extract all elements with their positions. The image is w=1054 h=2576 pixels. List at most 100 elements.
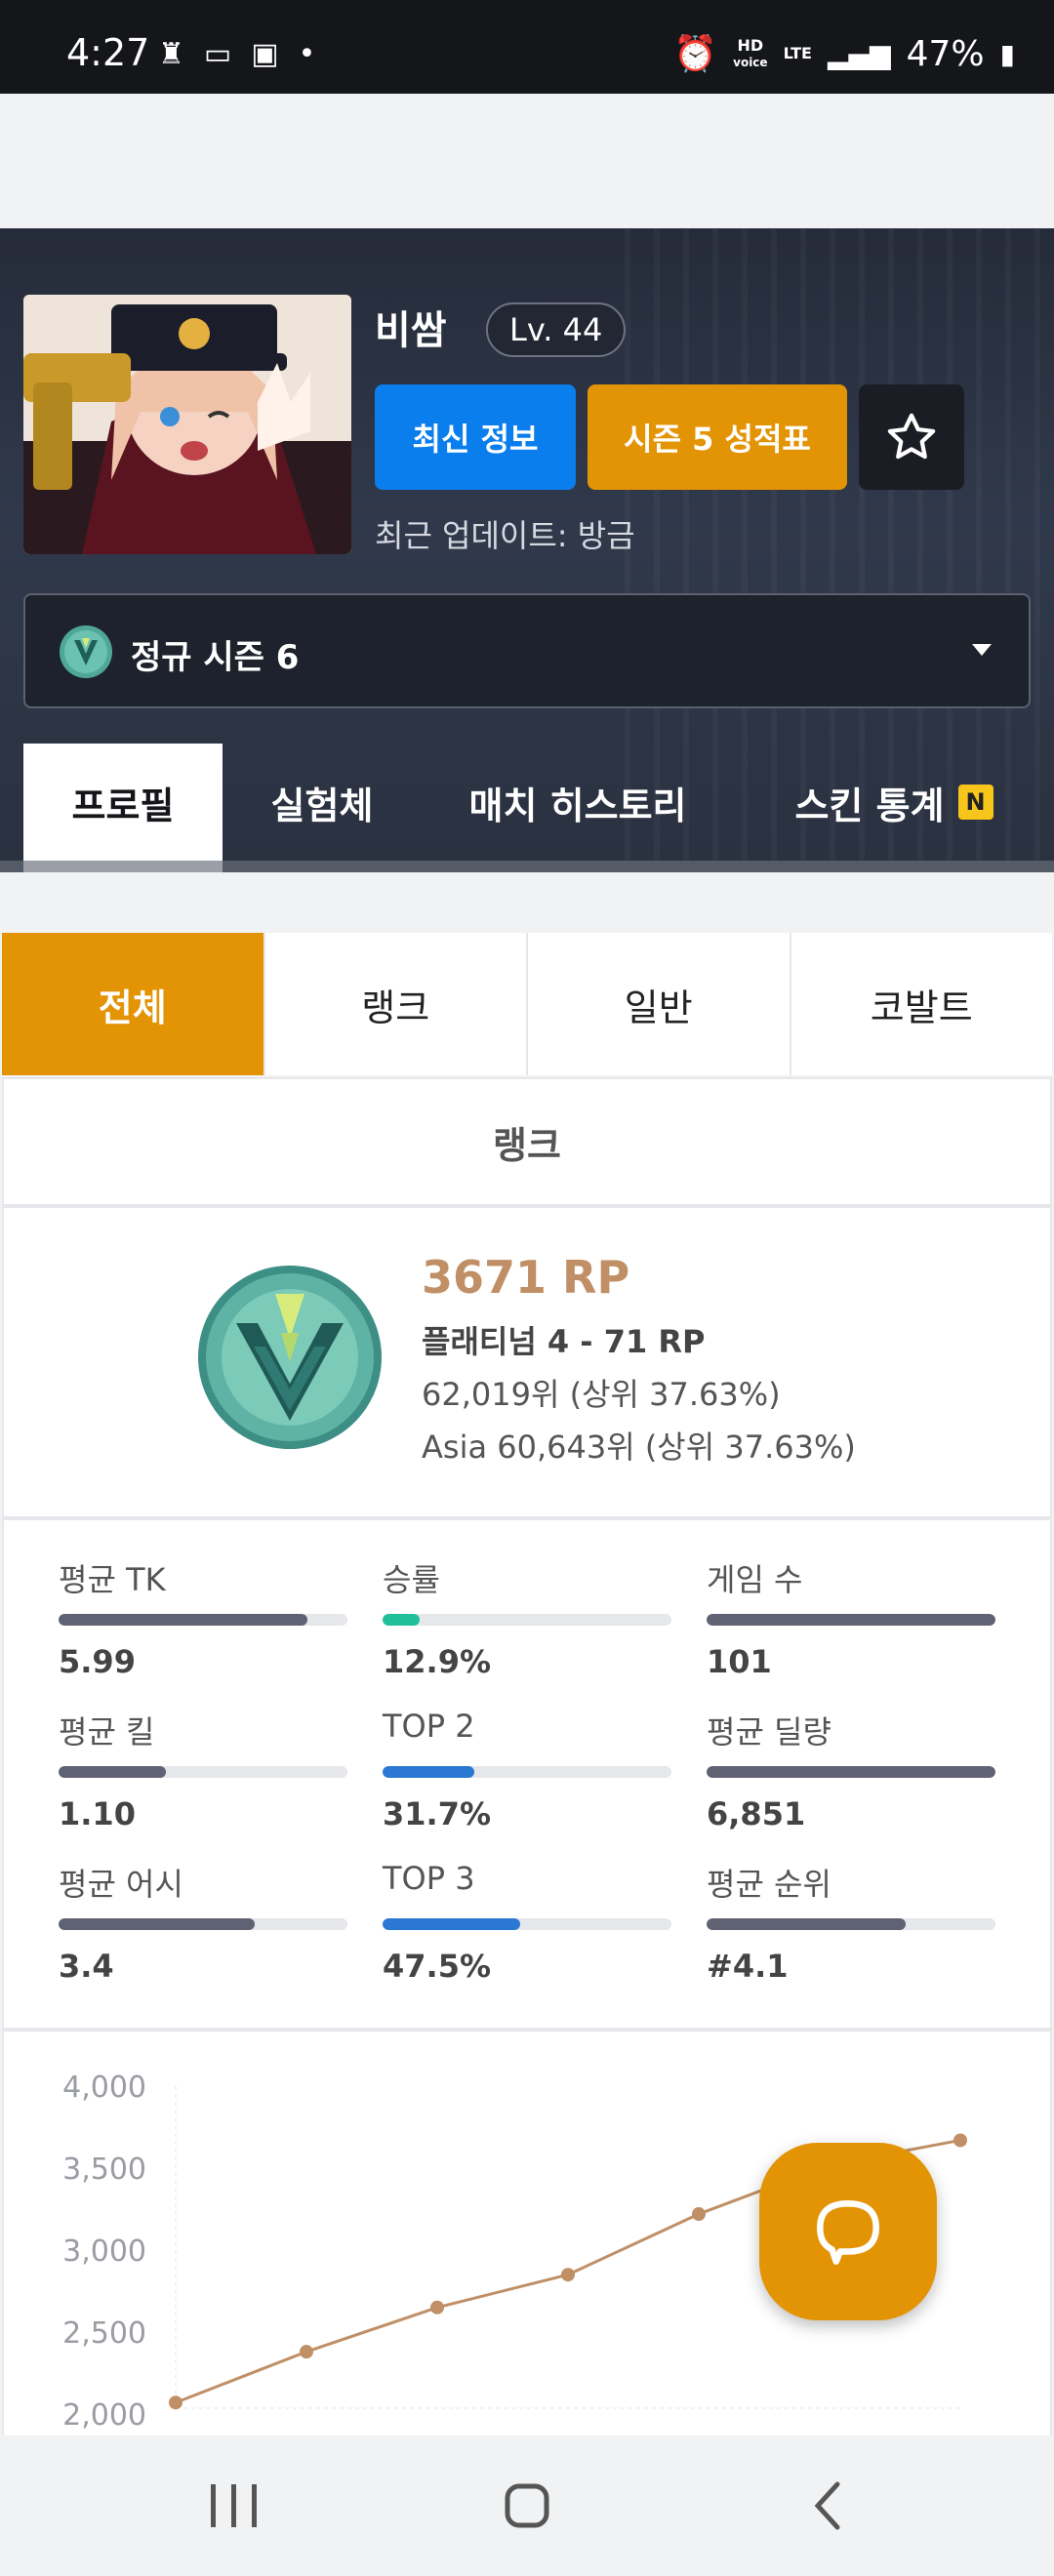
profile-tabs: 프로필 실험체 매치 히스토리 스킨 통계 N [0,744,1054,872]
data-point [430,2300,444,2314]
stat-bar-fill [383,1918,520,1930]
status-time: 4:27 [66,31,150,74]
stat-item: TOP 3 47.5% [383,1860,671,1985]
stat-value: 47.5% [383,1948,492,1985]
stat-label: 평균 킬 [59,1713,155,1751]
rank-card: 3671 RP 플래티넘 4 - 71 RP 62,019위 (상위 37.63… [2,1206,1052,1518]
stat-bar-fill [59,1766,166,1778]
stat-item: TOP 2 31.7% [383,1708,671,1832]
stat-item: 승률 12.9% [383,1555,671,1680]
stat-label: 평균 순위 [707,1866,831,1903]
tab-skin-stats[interactable]: 스킨 통계 N [734,744,1054,861]
dot-icon: • [298,37,316,71]
latest-info-button[interactable]: 최신 정보 [375,384,576,490]
stat-value: 3.4 [59,1948,114,1985]
hd-voice-icon: HD voice [733,35,768,69]
signal-icon: ▂▄▆ [827,37,891,70]
data-point [692,2207,706,2222]
home-icon [505,2483,549,2528]
stat-value: 6,851 [707,1795,806,1832]
y-tick-label: 2,500 [62,2316,146,2351]
tab-characters[interactable]: 실험체 [223,744,422,861]
data-point [561,2268,575,2282]
stat-label: 게임 수 [707,1561,803,1598]
stat-bar [383,1918,671,1930]
chat-bubble-icon [817,2200,879,2266]
favorite-button[interactable] [859,384,964,490]
alarm-icon: ⏰ [673,34,718,74]
stat-label: 승률 [383,1561,440,1598]
stat-value: 12.9% [383,1643,492,1680]
system-icons: ⏰ HD voice LTE ▂▄▆ 47% ▮ [673,33,1015,75]
voicemail-icon: ▭ [203,37,232,71]
rank-points: 3671 RP [422,1251,630,1304]
chat-button[interactable] [759,2143,937,2320]
stat-label: 평균 딜량 [707,1713,831,1751]
image-icon: ▣ [251,37,279,71]
chevron-down-icon [972,644,992,656]
stat-value: 31.7% [383,1795,492,1832]
season-report-button[interactable]: 시즌 5 성적표 [588,384,847,490]
stat-value: 101 [707,1643,772,1680]
stat-bar [383,1766,671,1778]
stat-bar [59,1766,347,1778]
mode-filter: 전체 랭크 일반 코발트 [2,933,1052,1075]
stats-grid: 평균 TK 5.99 승률 12.9% 게임 수 101 평균 킬 1.10 TOP 2 31.7… [2,1518,1052,2030]
stat-item: 평균 딜량 6,851 [707,1708,995,1832]
recent-apps-button[interactable] [195,2475,273,2537]
stat-bar [59,1614,347,1626]
stat-bar-fill [707,1918,907,1930]
stat-item: 평균 어시 3.4 [59,1860,347,1985]
rank-tier: 플래티넘 4 - 71 RP [422,1323,706,1360]
data-point [300,2345,313,2359]
stat-bar [707,1918,995,1930]
star-icon [887,413,936,460]
tab-match-history[interactable]: 매치 히스토리 [422,744,734,861]
rank-section-title: 랭크 [2,1077,1052,1206]
system-nav-bar [0,2435,1054,2576]
back-icon [814,2481,840,2530]
y-tick-label: 3,500 [62,2153,146,2187]
global-rank: 62,019위 (상위 37.63%) [422,1376,781,1413]
filter-normal[interactable]: 일반 [528,933,791,1075]
season-label: 정규 시즌 6 [131,638,300,677]
filter-cobalt[interactable]: 코발트 [791,933,1053,1075]
stat-item: 게임 수 101 [707,1555,995,1680]
stat-item: 평균 순위 #4.1 [707,1860,995,1985]
home-button[interactable] [488,2475,566,2537]
stat-item: 평균 TK 5.99 [59,1555,347,1680]
filter-rank[interactable]: 랭크 [265,933,528,1075]
stat-label: 평균 어시 [59,1866,183,1903]
runner-icon: ♜ [158,37,184,71]
player-name: 비쌈 [375,308,447,353]
stat-bar-fill [707,1614,995,1626]
stat-bar-fill [707,1766,995,1778]
stat-value: 5.99 [59,1643,136,1680]
notification-icons: ♜ ▭ ▣ • [158,37,315,71]
platinum-emblem-icon [198,1266,382,1449]
stat-bar [59,1918,347,1930]
stat-label: TOP 2 [383,1708,475,1745]
tab-profile[interactable]: 프로필 [23,744,223,872]
filter-all[interactable]: 전체 [2,933,265,1075]
new-badge: N [957,785,993,820]
y-tick-label: 3,000 [62,2234,146,2269]
back-button[interactable] [789,2475,867,2537]
battery-icon: ▮ [999,37,1015,70]
top-spacer [0,111,1054,228]
stat-value: 1.10 [59,1795,136,1832]
status-bar: 4:27 ♜ ▭ ▣ • ⏰ HD voice LTE ▂▄▆ 47% ▮ [0,0,1054,94]
character-avatar [23,295,351,554]
stat-item: 평균 킬 1.10 [59,1708,347,1832]
season-emblem-icon [60,625,112,678]
stat-bar [383,1614,671,1626]
stat-bar-fill [383,1766,474,1778]
season-select[interactable]: 정규 시즌 6 [23,593,1031,708]
recent-apps-icon [211,2484,257,2527]
y-tick-label: 2,000 [62,2398,146,2433]
last-updated: 최근 업데이트: 방금 [375,517,635,554]
lte-icon: LTE [783,44,812,62]
battery-text: 47% [906,33,985,74]
stat-bar-fill [383,1614,421,1626]
stat-bar-fill [59,1614,307,1626]
